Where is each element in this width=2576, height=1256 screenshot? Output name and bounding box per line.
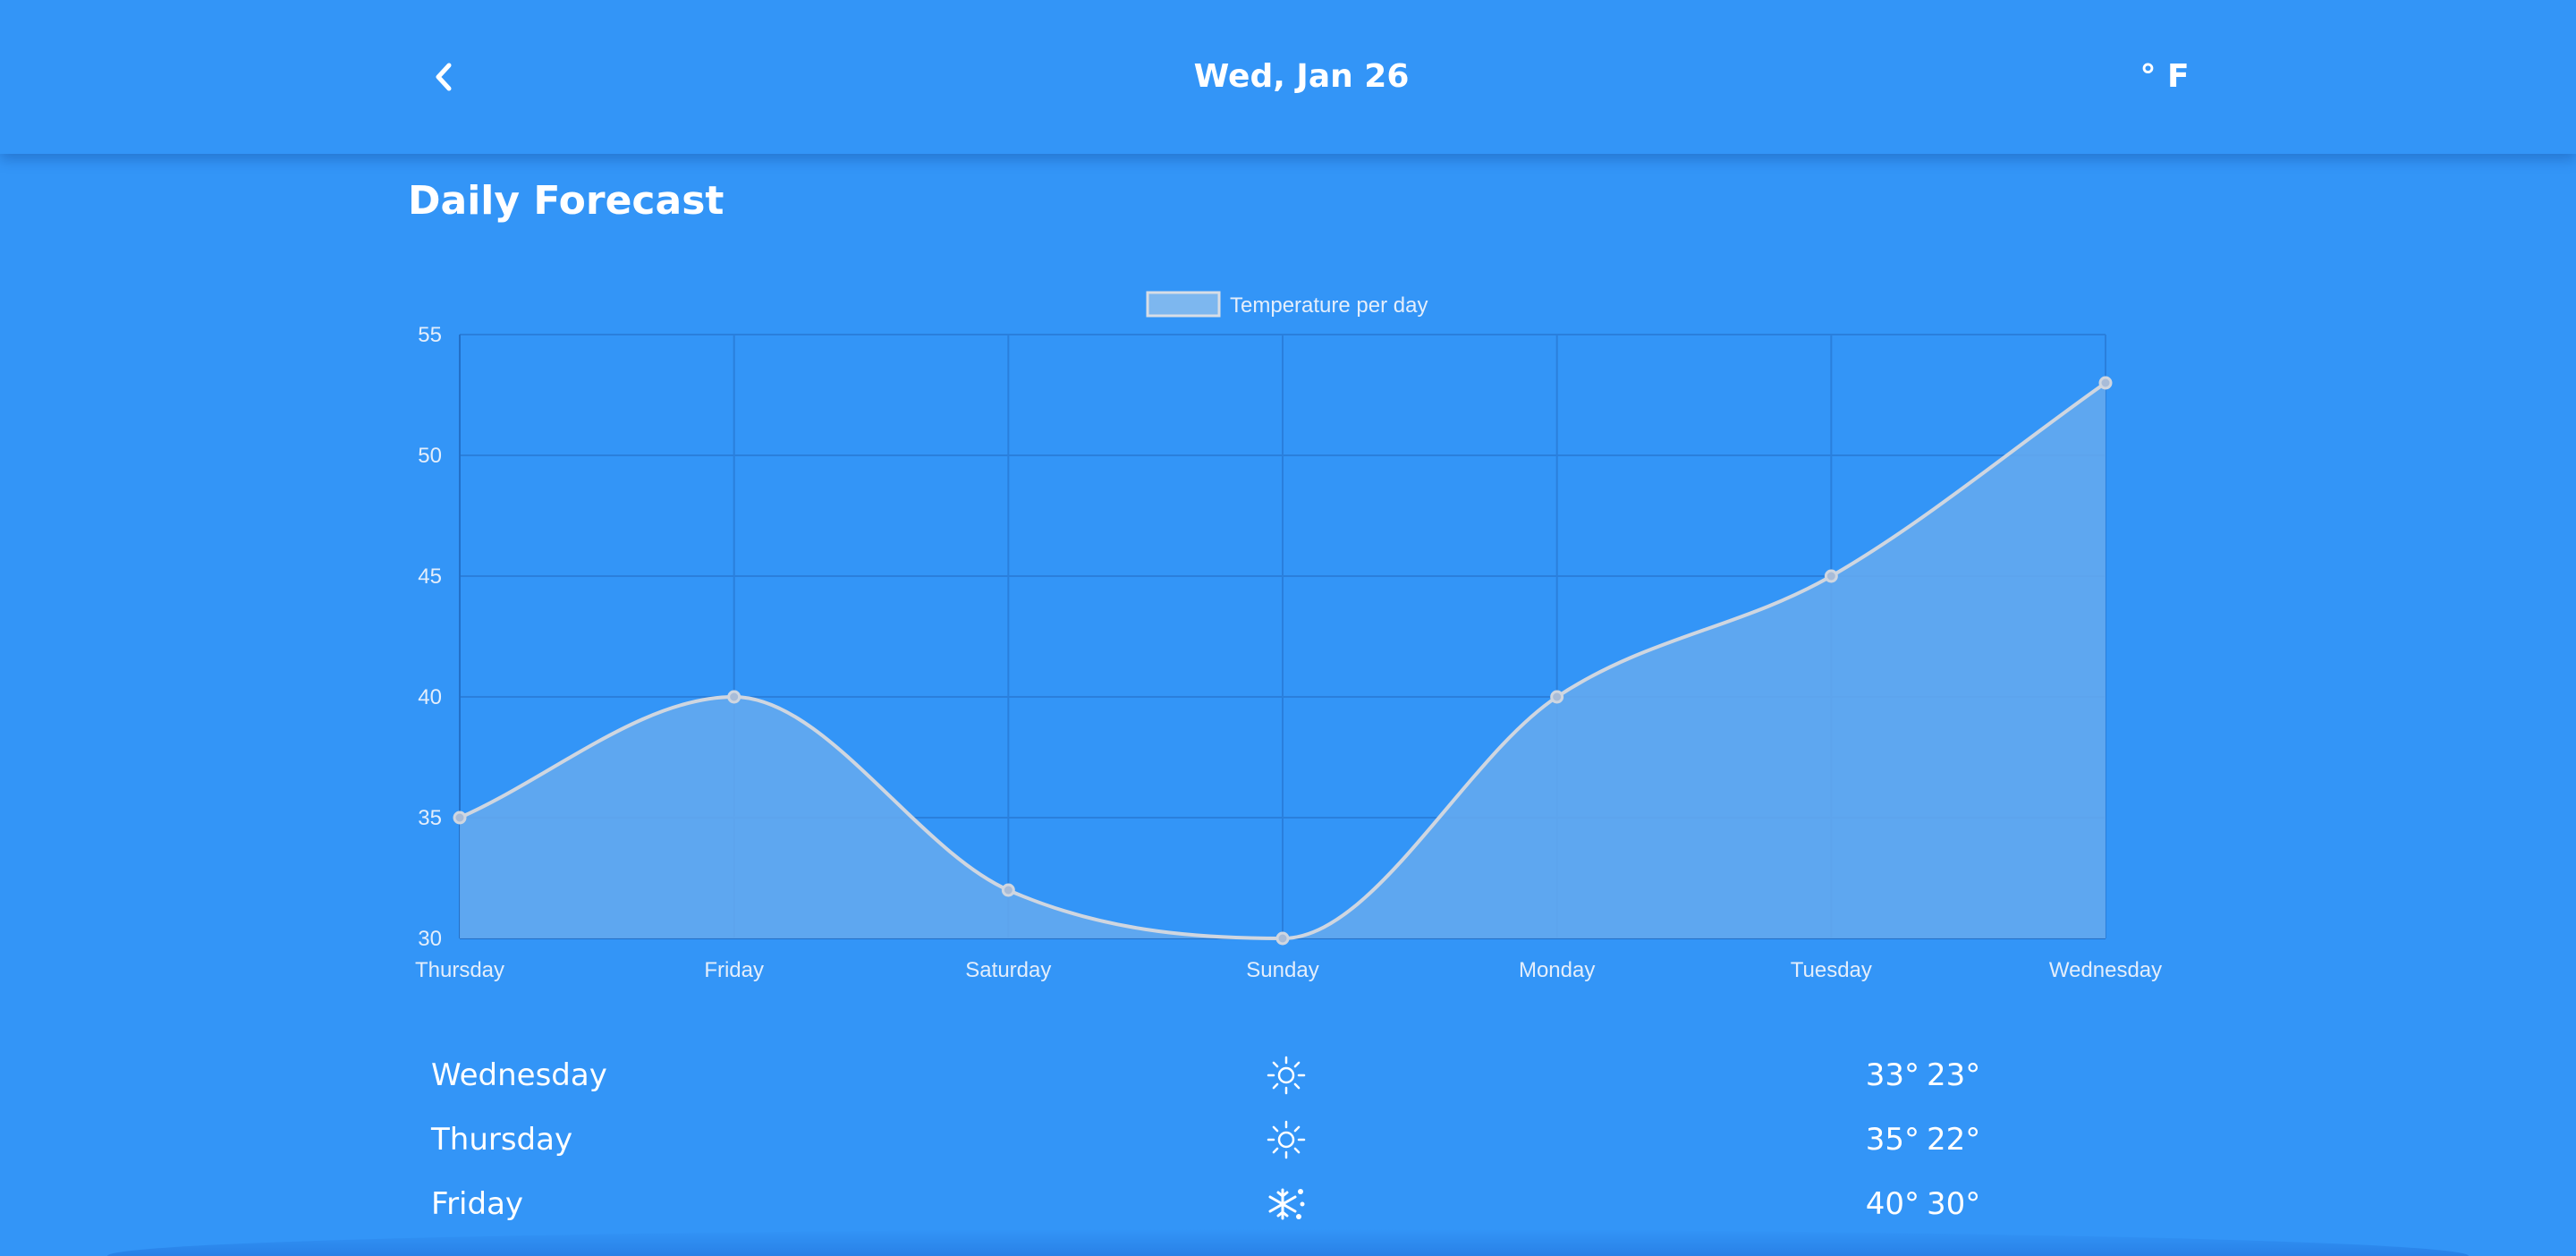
y-tick-label: 55: [418, 323, 442, 347]
y-tick-label: 45: [418, 564, 442, 589]
forecast-day: Friday: [431, 1186, 524, 1222]
snowflake-icon: [1267, 1184, 1306, 1224]
data-point: [1824, 569, 1838, 583]
forecast-high-temp: 35°: [1865, 1122, 1919, 1158]
x-tick-label: Tuesday: [1791, 958, 1872, 982]
weather-app: Wed, Jan 26 ° F Daily Forecast 30 35 40 45 5…: [0, 0, 2576, 1256]
y-tick-label: 40: [418, 685, 442, 709]
y-tick-label: 50: [418, 444, 442, 468]
x-tick-label: Wednesday: [2049, 958, 2162, 982]
sun-icon: [1267, 1120, 1306, 1159]
forecast-low-temp: 23°: [1927, 1057, 1981, 1093]
data-point: [1001, 883, 1015, 897]
data-point: [1550, 690, 1564, 704]
forecast-low-temp: 30°: [1927, 1186, 1981, 1222]
x-tick-label: Saturday: [965, 958, 1051, 982]
top-bar: Wed, Jan 26 ° F: [0, 0, 2576, 154]
y-tick-label: 35: [418, 806, 442, 830]
data-point: [2098, 376, 2113, 390]
data-point: [453, 810, 467, 825]
x-tick-label: Sunday: [1246, 958, 1318, 982]
x-tick-label: Monday: [1519, 958, 1595, 982]
data-point: [1275, 931, 1290, 946]
legend-swatch: [1146, 291, 1221, 318]
legend-label: Temperature per day: [1230, 293, 1428, 318]
sun-icon: [1267, 1056, 1306, 1095]
forecast-high-temp: 33°: [1865, 1057, 1919, 1093]
y-tick-label: 30: [418, 927, 442, 951]
forecast-row[interactable]: Thursday 35° 22°: [408, 1107, 2161, 1172]
chevron-left-icon: [436, 63, 452, 91]
forecast-low-temp: 22°: [1927, 1122, 1981, 1158]
back-button[interactable]: [420, 54, 467, 100]
x-tick-label: Friday: [704, 958, 764, 982]
data-point: [727, 690, 741, 704]
forecast-day: Thursday: [431, 1122, 573, 1158]
unit-toggle[interactable]: ° F: [2102, 54, 2227, 100]
forecast-high-temp: 40°: [1865, 1186, 1919, 1222]
daily-forecast-list: Wednesday 33° 23° Thursday 35° 22° Frida…: [408, 1043, 2161, 1236]
forecast-row[interactable]: Wednesday 33° 23°: [408, 1043, 2161, 1107]
date-title: Wed, Jan 26: [1193, 58, 1410, 95]
forecast-row[interactable]: Friday 40° 30°: [408, 1172, 2161, 1236]
x-tick-label: Thursday: [415, 958, 504, 982]
forecast-day: Wednesday: [431, 1057, 607, 1093]
